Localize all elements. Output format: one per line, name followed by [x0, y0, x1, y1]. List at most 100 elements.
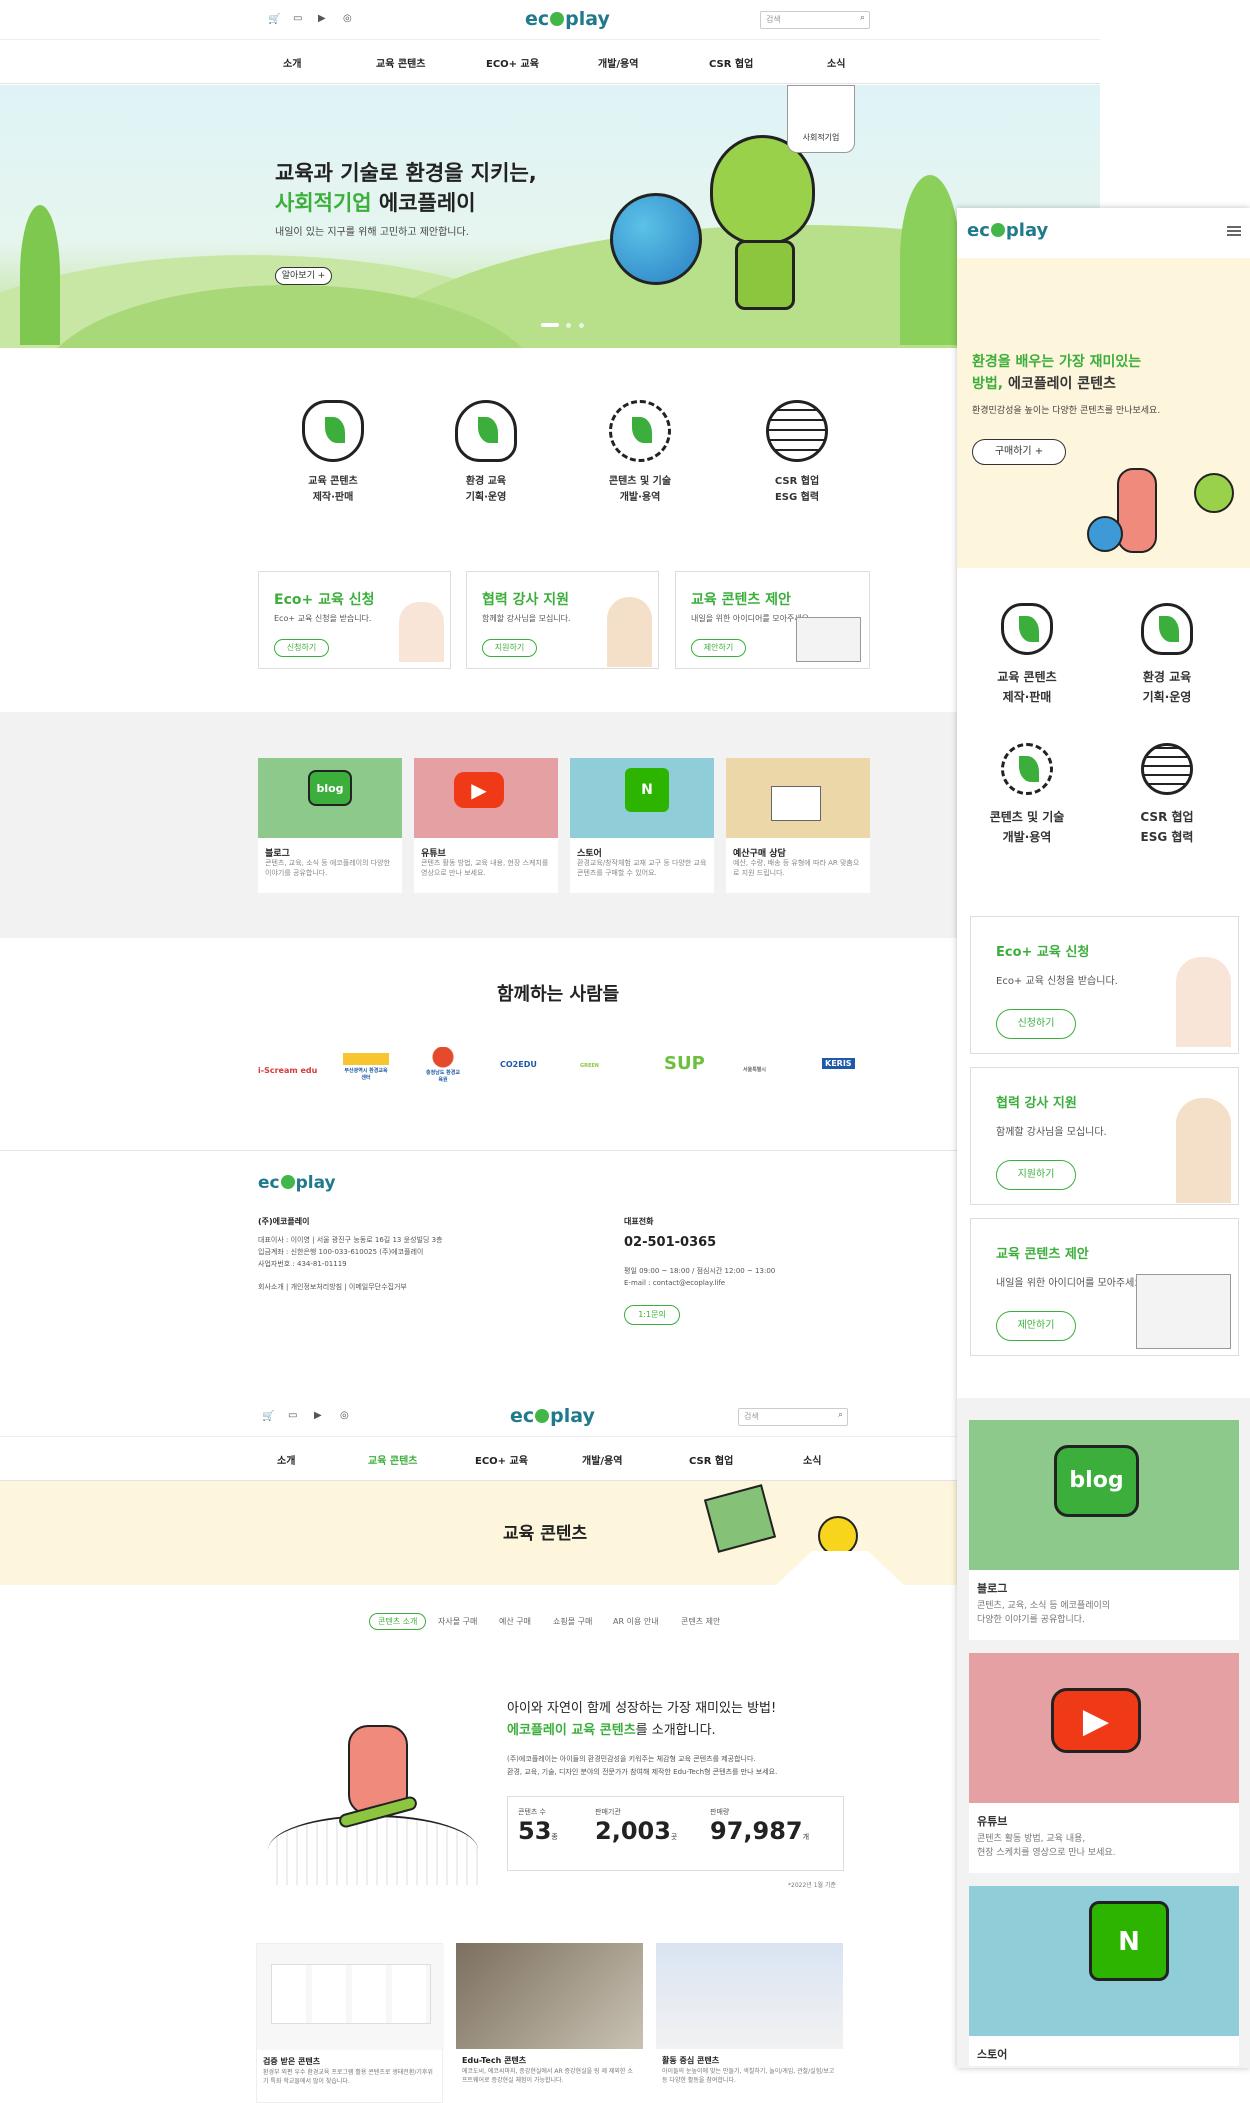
slider-dot[interactable]	[579, 323, 584, 328]
partner-logo[interactable]: KERIS	[822, 1058, 855, 1069]
suggest-button[interactable]: 제안하기	[691, 639, 746, 657]
illustration-teacher	[1176, 1098, 1231, 1203]
slider-dot-active[interactable]	[541, 323, 559, 327]
mobile-buy-button[interactable]: 구매하기 +	[972, 439, 1066, 465]
service-csr[interactable]: CSR 협업 ESG 협력	[752, 400, 842, 506]
partner-logo[interactable]: 충청남도 환경교육원	[425, 1047, 461, 1083]
stat-institutions: 판매기관 2,003곳	[595, 1808, 678, 1845]
feature-verified: 검증 받은 콘텐츠 환경부 외편 우수 환경교육 프로그램 활용 콘텐츠로 생태…	[256, 1943, 444, 2103]
mobile-service-csr[interactable]: CSR 협업 ESG 협력	[1117, 743, 1217, 847]
search-icon[interactable]: ⌕	[838, 1410, 843, 1420]
mobile-service-education[interactable]: 환경 교육 기획·운영	[1117, 603, 1217, 707]
slider-dot[interactable]	[566, 323, 571, 328]
support-button[interactable]: 지원하기	[996, 1160, 1076, 1190]
partner-logo[interactable]: CO2EDU	[500, 1060, 537, 1069]
channel-blog[interactable]: blog 블로그 콘텐츠, 교육, 소식 등 에코플레이의 다양한 이야기를 공유…	[258, 758, 402, 893]
mobile-logo[interactable]: ec play	[967, 220, 1048, 241]
mobile-card-apply[interactable]: Eco+ 교육 신청 Eco+ 교육 신청을 받습니다. 신청하기	[970, 916, 1239, 1054]
logo[interactable]: ec play	[525, 8, 610, 30]
tab[interactable]: 예산 구매	[499, 1616, 531, 1627]
youtube-icon[interactable]: ▶	[318, 13, 326, 24]
tab-active[interactable]: 콘텐츠 소개	[369, 1613, 427, 1630]
nav-item[interactable]: 교육 콘텐츠	[376, 55, 425, 70]
youtube-play-icon: ▶	[1051, 1688, 1141, 1753]
youtube-play-icon: ▶	[454, 772, 504, 808]
youtube-icon[interactable]: ▶	[314, 1410, 322, 1421]
sub-banner: 교육 콘텐츠	[0, 1481, 957, 1585]
mobile-channel-youtube[interactable]: ▶ 유튜브 콘텐츠 활동 방법, 교육 내용, 현장 스케치를 영상으로 만나 …	[969, 1653, 1239, 1873]
phone-label: 대표전화	[624, 1217, 654, 1226]
nav-item[interactable]: 개발/용역	[598, 55, 638, 70]
partner-logo[interactable]: i-Scream edu	[258, 1066, 317, 1075]
stats-box: 콘텐츠 수 53종 판매기관 2,003곳 판매량 97,987개	[507, 1796, 844, 1871]
tab[interactable]: 자사몰 구매	[438, 1616, 477, 1627]
partner-logo[interactable]: 서울특별시	[743, 1066, 766, 1073]
footer-line1: 대표이사 : 이이영 | 서울 광진구 능동로 16길 13 윤성빌딩 3층	[258, 1236, 443, 1244]
nav-item[interactable]: 소개	[283, 55, 301, 70]
nav-item[interactable]: 소식	[803, 1452, 821, 1467]
sub-nav: 소개 교육 콘텐츠 ECO+ 교육 개발/용역 CSR 협업 소식	[0, 1437, 957, 1481]
intro-desc1: (주)에코플레이는 아이들의 환경민감성을 키워주는 체감형 교육 콘텐츠를 제…	[507, 1755, 756, 1763]
partner-logo[interactable]: GREEN	[580, 1063, 599, 1069]
nav-item[interactable]: CSR 협업	[689, 1452, 733, 1467]
nav-item[interactable]: 소식	[827, 55, 845, 70]
mobile-view: ec play 환경을 배우는 가장 재미있는 방법, 에코플레이 콘텐츠 환경민…	[957, 208, 1250, 2068]
bulb-icon	[818, 1516, 858, 1556]
card-instructor[interactable]: 협력 강사 지원 함께할 강사님을 모십니다. 지원하기	[466, 571, 659, 669]
card-eco-apply[interactable]: Eco+ 교육 신청 Eco+ 교육 신청을 받습니다. 신청하기	[258, 571, 451, 669]
hamburger-menu-icon[interactable]	[1227, 226, 1241, 236]
inquiry-button[interactable]: 1:1문의	[624, 1305, 680, 1325]
service-content-production[interactable]: 교육 콘텐츠 제작·판매	[288, 400, 378, 506]
cart-icon[interactable]: 🛒	[262, 1411, 274, 1422]
illustration-girl	[399, 602, 444, 662]
suggest-button[interactable]: 제안하기	[996, 1311, 1076, 1341]
feature-activity: 활동 중심 콘텐츠 아이들의 눈높이에 맞는 만들기, 색칠하기, 놀이/게임,…	[656, 1943, 843, 2103]
mobile-channel-store[interactable]: N 스토어	[969, 1886, 1239, 2066]
mobile-service-tech[interactable]: 콘텐츠 및 기술 개발·용역	[977, 743, 1077, 847]
mobile-card-suggest[interactable]: 교육 콘텐츠 제안 내일을 위한 아이디어를 모아주세요. 제안하기	[970, 1218, 1239, 1356]
cart-icon[interactable]: 🛒	[268, 14, 280, 25]
mascot-body	[735, 240, 795, 310]
service-env-education[interactable]: 환경 교육 기획·운영	[441, 400, 531, 506]
tab[interactable]: 쇼핑몰 구매	[553, 1616, 592, 1627]
mobile-service-content[interactable]: 교육 콘텐츠 제작·판매	[977, 603, 1077, 707]
nav-item[interactable]: ECO+ 교육	[475, 1452, 528, 1467]
nav-item[interactable]: CSR 협업	[709, 55, 753, 70]
channels-section: blog 블로그 콘텐츠, 교육, 소식 등 에코플레이의 다양한 이야기를 공유…	[0, 712, 1100, 938]
learn-more-button[interactable]: 알아보기 +	[275, 267, 332, 285]
channel-store[interactable]: N 스토어 환경교육/창작체험 교재 교구 등 다양한 교육 콘텐츠를 구매할 수…	[570, 758, 714, 893]
channel-youtube[interactable]: ▶ 유튜브 콘텐츠 활동 방법, 교육 내용, 현장 스케치를 영상으로 만나 보…	[414, 758, 558, 893]
footer-email[interactable]: E-mail : contact@ecoplay.life	[624, 1277, 725, 1289]
partners-title: 함께하는 사람들	[497, 984, 620, 1005]
nav-item[interactable]: 개발/용역	[582, 1452, 622, 1467]
apply-button[interactable]: 신청하기	[274, 639, 329, 657]
channel-budget[interactable]: 예산구매 상담 예산, 수량, 배송 등 유형에 따라 AR 맞춤으로 지원 드립…	[726, 758, 870, 893]
search-input[interactable]: 검색 ⌕	[760, 11, 870, 29]
partner-logo[interactable]: 부산광역시 환경교육센터	[343, 1053, 389, 1081]
nav-item-active[interactable]: 교육 콘텐츠	[368, 1452, 417, 1467]
tab[interactable]: 콘텐츠 제안	[681, 1616, 720, 1627]
mobile-card-instructor[interactable]: 협력 강사 지원 함께할 강사님을 모십니다. 지원하기	[970, 1067, 1239, 1205]
mobile-hero-line2: 방법, 에코플레이 콘텐츠	[972, 376, 1116, 392]
footer-links[interactable]: 회사소개 | 개인정보처리방침 | 이메일무단수집거부	[258, 1281, 407, 1293]
nav-item[interactable]: 소개	[277, 1452, 295, 1467]
search-input[interactable]: 검색 ⌕	[738, 1408, 848, 1426]
instagram-icon[interactable]: ◎	[343, 13, 352, 24]
instagram-icon[interactable]: ◎	[340, 1410, 349, 1421]
card-suggest[interactable]: 교육 콘텐츠 제안 내일을 위한 아이디어를 모아주세요. 제안하기	[675, 571, 870, 669]
service-tech-development[interactable]: 콘텐츠 및 기술 개발·용역	[595, 400, 685, 506]
chat-icon[interactable]: ▭	[293, 13, 302, 24]
apply-button[interactable]: 신청하기	[996, 1009, 1076, 1039]
illustration-school	[796, 617, 861, 662]
social-enterprise-badge: 사회적기업	[787, 85, 855, 153]
earth-character	[1087, 516, 1123, 552]
logo[interactable]: ec play	[510, 1405, 595, 1427]
nav-item[interactable]: ECO+ 교육	[486, 55, 539, 70]
partner-logo[interactable]: SUP	[664, 1053, 705, 1074]
chat-icon[interactable]: ▭	[288, 1410, 297, 1421]
mobile-channel-blog[interactable]: blog 블로그 콘텐츠, 교육, 소식 등 에코플레이의 다양한 이야기를 공…	[969, 1420, 1239, 1640]
search-icon[interactable]: ⌕	[860, 13, 865, 23]
main-nav: 소개 교육 콘텐츠 ECO+ 교육 개발/용역 CSR 협업 소식	[0, 40, 1100, 84]
support-button[interactable]: 지원하기	[482, 639, 537, 657]
tab[interactable]: AR 이용 안내	[613, 1616, 659, 1627]
